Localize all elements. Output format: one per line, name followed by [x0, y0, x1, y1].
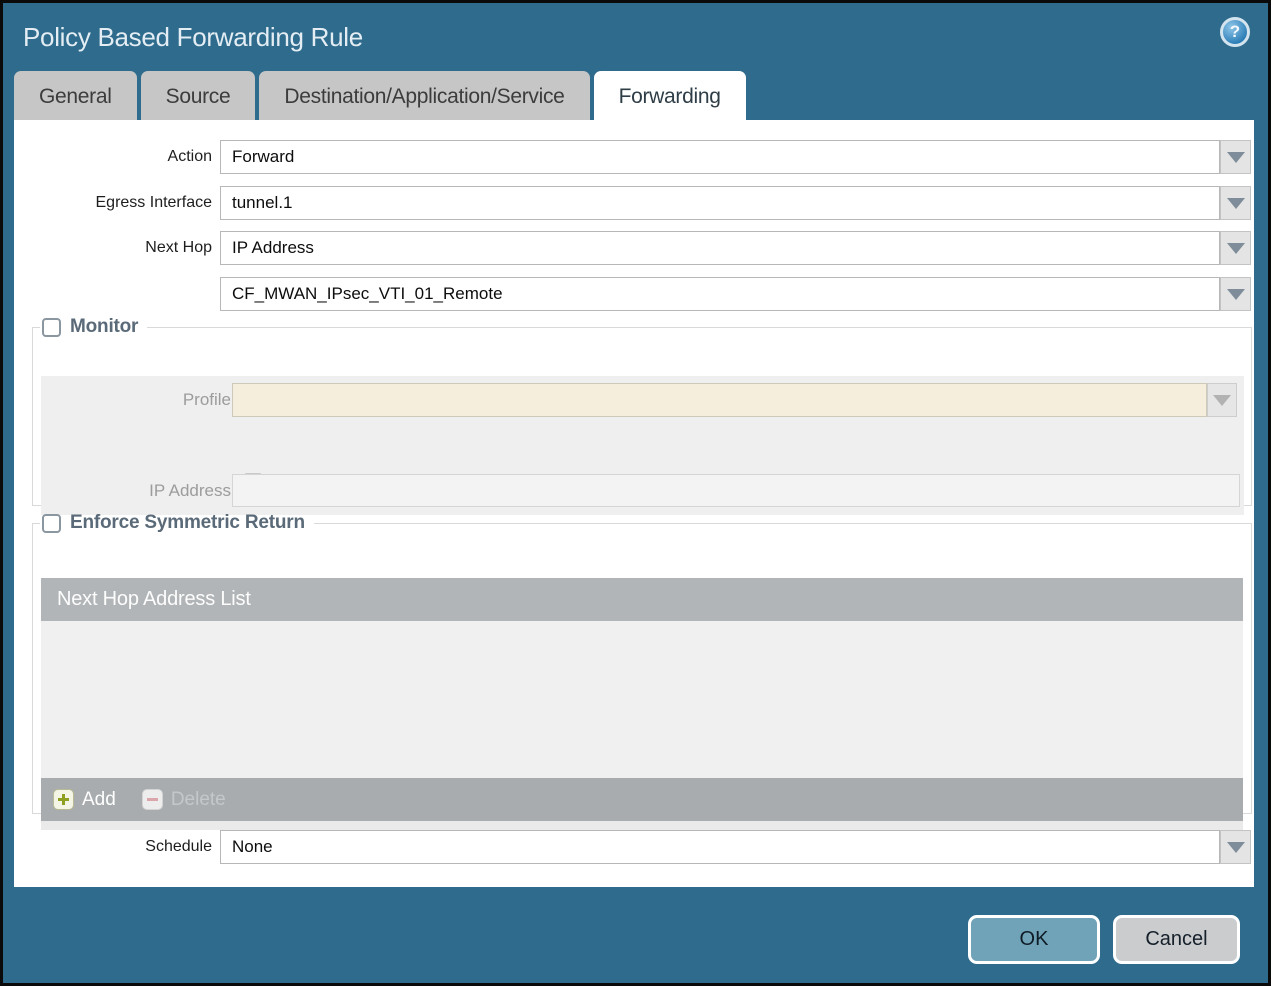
chevron-down-icon — [1213, 394, 1231, 406]
delete-button: Delete — [141, 788, 226, 811]
enforce-symmetric-return-section: Enforce Symmetric Return Next Hop Addres… — [32, 512, 1252, 830]
tab-bar: General Source Destination/Application/S… — [14, 71, 746, 120]
forwarding-tab-panel: Action Forward Egress Interface tunnel.1… — [14, 120, 1254, 887]
next-hop-dropdown-button[interactable] — [1220, 231, 1251, 265]
egress-interface-dropdown-button[interactable] — [1220, 186, 1251, 220]
tab-forwarding[interactable]: Forwarding — [593, 71, 746, 120]
profile-dropdown-button — [1207, 383, 1237, 417]
enforce-symmetric-return-checkbox[interactable] — [42, 513, 61, 533]
monitor-label: Monitor — [70, 316, 139, 337]
plus-icon — [53, 789, 74, 810]
help-icon[interactable]: ? — [1220, 17, 1250, 47]
chevron-down-icon — [1226, 288, 1245, 300]
next-hop-address-dropdown-button[interactable] — [1220, 277, 1251, 311]
action-value[interactable]: Forward — [220, 140, 1220, 174]
tab-source[interactable]: Source — [140, 71, 256, 120]
next-hop-address-list-body[interactable] — [41, 621, 1243, 778]
chevron-down-icon — [1226, 197, 1245, 209]
next-hop-address-list-toolbar: Add Delete — [41, 778, 1243, 821]
dialog-title: Policy Based Forwarding Rule — [23, 22, 363, 52]
table-resize-strip — [41, 821, 1243, 830]
chevron-down-icon — [1226, 151, 1245, 163]
policy-based-forwarding-dialog: Policy Based Forwarding Rule ? General S… — [0, 0, 1271, 986]
action-dropdown-button[interactable] — [1220, 140, 1251, 174]
monitor-ip-address-label: IP Address — [149, 481, 231, 500]
chevron-down-icon — [1226, 841, 1245, 853]
next-hop-value[interactable]: IP Address — [220, 231, 1220, 265]
chevron-down-icon — [1226, 242, 1245, 254]
schedule-label: Schedule — [145, 838, 212, 855]
ok-button[interactable]: OK — [968, 915, 1100, 964]
profile-value — [232, 383, 1207, 417]
schedule-dropdown-button[interactable] — [1220, 830, 1251, 864]
monitor-legend: Monitor — [40, 316, 147, 338]
minus-icon — [141, 789, 163, 810]
tab-destination-application-service[interactable]: Destination/Application/Service — [259, 71, 590, 120]
add-button[interactable]: Add — [53, 789, 116, 811]
monitor-checkbox[interactable] — [42, 317, 61, 337]
enforce-symmetric-return-legend: Enforce Symmetric Return — [40, 512, 314, 534]
enforce-symmetric-return-label: Enforce Symmetric Return — [70, 512, 305, 533]
next-hop-address-value[interactable]: CF_MWAN_IPsec_VTI_01_Remote — [220, 277, 1220, 311]
next-hop-label: Next Hop — [145, 239, 212, 256]
egress-interface-value[interactable]: tunnel.1 — [220, 186, 1220, 220]
monitor-ip-address-input — [232, 474, 1240, 507]
action-label: Action — [167, 148, 212, 165]
add-button-label: Add — [82, 788, 116, 810]
monitor-section: Monitor Profile Disable this rule if nex… — [32, 316, 1252, 515]
delete-button-label: Delete — [170, 788, 226, 810]
profile-label: Profile — [182, 390, 231, 409]
cancel-button[interactable]: Cancel — [1113, 915, 1240, 964]
next-hop-address-list-header: Next Hop Address List — [41, 578, 1243, 621]
tab-general[interactable]: General — [14, 71, 137, 120]
schedule-value[interactable]: None — [220, 830, 1220, 864]
egress-interface-label: Egress Interface — [95, 194, 213, 211]
